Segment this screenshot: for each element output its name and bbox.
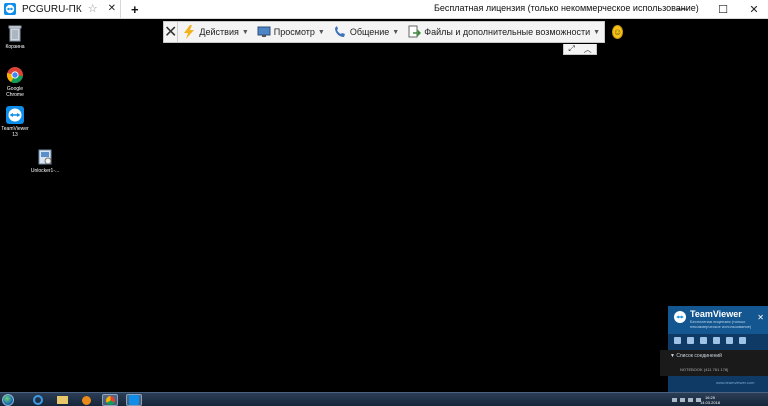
teamviewer-icon xyxy=(4,3,16,15)
star-icon[interactable]: ☆ xyxy=(88,3,98,15)
remote-toolbar: ✕ Действия ▼ Просмотр ▼ Общение ▼ Файлы … xyxy=(163,21,624,43)
toolbar-mini-controls: ⤢ ︿ xyxy=(563,44,597,55)
communicate-label: Общение xyxy=(349,27,390,37)
license-text: Бесплатная лицензия (только некоммерческ… xyxy=(434,3,699,13)
desktop-icon-label: Корзина xyxy=(5,44,25,50)
files-menu[interactable]: Файлы и дополнительные возможности ▼ xyxy=(403,22,604,42)
clock-date: 14.03.2018 xyxy=(700,400,721,405)
desktop-icon-unlocker[interactable]: Unlocker1-... xyxy=(30,148,60,174)
settings-icon[interactable] xyxy=(726,337,733,344)
tray-icon[interactable] xyxy=(672,398,677,402)
chevron-down-icon: ▼ xyxy=(593,28,601,36)
lightning-icon xyxy=(182,25,196,39)
close-tab-icon[interactable]: ✕ xyxy=(108,4,116,14)
close-icon: ✕ xyxy=(164,24,178,41)
connection-list-title[interactable]: ▼ Список соединений xyxy=(670,353,722,359)
session-icon[interactable] xyxy=(687,337,694,344)
connection-entry[interactable]: NOTEBOOK (411 761 178) xyxy=(680,367,728,372)
taskbar: 16:25 14.03.2018 xyxy=(0,392,768,406)
desktop-icon-label: TeamViewer 13 xyxy=(1,126,29,138)
maximize-button[interactable]: ☐ xyxy=(711,1,735,17)
desktop-icon-recycle-bin[interactable]: Корзина xyxy=(0,24,30,50)
teamviewer-icon xyxy=(674,311,686,323)
teamviewer-panel-header: TeamViewer Бесплатная лицензия (только н… xyxy=(668,306,768,334)
info-icon[interactable] xyxy=(739,337,746,344)
title-bar: PCGURU-ПК ☆ ✕ + Бесплатная лицензия (тол… xyxy=(0,0,768,19)
ie-taskbar-button[interactable] xyxy=(30,394,46,406)
session-tab[interactable]: PCGURU-ПК ☆ ✕ xyxy=(0,0,121,19)
system-tray xyxy=(672,398,701,402)
feedback-smile-icon[interactable]: ☺ xyxy=(612,25,624,39)
teamviewer-link[interactable]: www.teamviewer.com xyxy=(716,380,754,385)
files-icon xyxy=(407,25,422,39)
installer-icon xyxy=(36,148,54,166)
media-player-icon xyxy=(81,395,91,405)
folder-icon xyxy=(56,396,68,404)
start-button[interactable] xyxy=(2,394,14,406)
phone-icon xyxy=(333,25,347,39)
teamviewer-icon xyxy=(6,106,24,124)
fullscreen-icon[interactable]: ⤢ xyxy=(568,44,574,54)
minimize-icon: — xyxy=(676,3,688,15)
view-menu[interactable]: Просмотр ▼ xyxy=(253,22,329,42)
collapse-toolbar-icon[interactable]: ︿ xyxy=(584,44,592,55)
files-label: Файлы и дополнительные возможности xyxy=(424,27,591,37)
close-window-button[interactable]: ✕ xyxy=(742,1,766,17)
desktop-icon-chrome[interactable]: Google Chrome xyxy=(0,66,30,98)
teamviewer-taskbar-button[interactable] xyxy=(126,394,142,406)
chat-icon[interactable] xyxy=(700,337,707,344)
actions-label: Действия xyxy=(199,27,239,37)
video-icon[interactable] xyxy=(674,337,681,344)
chrome-icon xyxy=(6,66,24,84)
communicate-menu[interactable]: Общение ▼ xyxy=(329,22,403,42)
chrome-taskbar-button[interactable] xyxy=(102,394,118,406)
minimize-button[interactable]: — xyxy=(670,1,694,17)
close-icon: ✕ xyxy=(749,3,759,16)
chevron-down-icon: ▼ xyxy=(317,28,325,36)
internet-explorer-icon xyxy=(33,395,43,405)
close-icon[interactable]: ✕ xyxy=(757,313,764,322)
teamviewer-license-note: Бесплатная лицензия (только некоммерческ… xyxy=(690,319,752,329)
tab-title: PCGURU-ПК xyxy=(22,3,82,15)
chrome-icon xyxy=(105,395,115,405)
view-label: Просмотр xyxy=(273,27,315,37)
tray-icon[interactable] xyxy=(688,398,693,402)
desktop-icon-teamviewer[interactable]: TeamViewer 13 xyxy=(0,106,30,138)
end-session-button[interactable]: ✕ xyxy=(164,22,179,42)
new-tab-button[interactable]: + xyxy=(131,3,139,16)
teamviewer-icon xyxy=(129,395,139,405)
desktop-icon-label: Google Chrome xyxy=(6,86,24,98)
tray-icon[interactable] xyxy=(680,398,685,402)
media-player-taskbar-button[interactable] xyxy=(78,394,94,406)
teamviewer-name: TeamViewer xyxy=(690,309,742,319)
desktop-icon-label: Unlocker1-... xyxy=(30,168,60,174)
connection-list: ▼ Список соединений NOTEBOOK (411 761 17… xyxy=(660,350,768,376)
recycle-bin-icon xyxy=(6,24,24,42)
clock[interactable]: 16:25 14.03.2018 xyxy=(700,395,720,405)
explorer-taskbar-button[interactable] xyxy=(54,394,70,406)
chevron-down-icon: ▼ xyxy=(241,28,249,36)
actions-menu[interactable]: Действия ▼ xyxy=(178,22,252,42)
teamviewer-panel-tools xyxy=(674,337,746,344)
chevron-down-icon: ▼ xyxy=(392,28,400,36)
monitor-icon xyxy=(257,25,271,39)
files-icon[interactable] xyxy=(713,337,720,344)
maximize-icon: ☐ xyxy=(718,3,728,16)
